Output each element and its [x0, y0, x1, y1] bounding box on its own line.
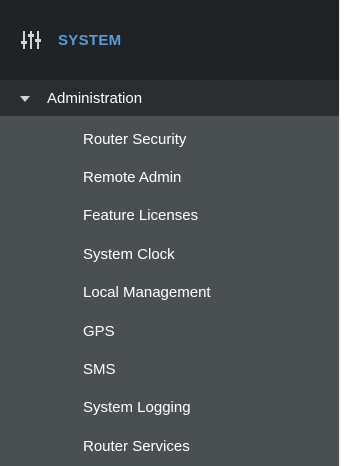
menu-item-sms[interactable]: SMS: [0, 350, 339, 388]
caret-down-icon: [20, 95, 30, 102]
menu-item-local-management[interactable]: Local Management: [0, 274, 339, 312]
administration-menu: Router Security Remote Admin Feature Lic…: [0, 116, 339, 466]
menu-item-system-logging[interactable]: System Logging: [0, 389, 339, 427]
menu-item-gps[interactable]: GPS: [0, 312, 339, 350]
menu-item-remote-admin[interactable]: Remote Admin: [0, 158, 339, 196]
menu-item-router-security[interactable]: Router Security: [0, 120, 339, 158]
system-header[interactable]: SYSTEM: [0, 0, 339, 80]
section-title: SYSTEM: [58, 31, 122, 49]
menu-item-system-clock[interactable]: System Clock: [0, 235, 339, 273]
sliders-icon: [20, 29, 46, 51]
administration-toggle[interactable]: Administration: [0, 80, 339, 116]
sidebar-nav: SYSTEM Administration Router Security Re…: [0, 0, 340, 466]
menu-item-feature-licenses[interactable]: Feature Licenses: [0, 197, 339, 235]
menu-item-router-services[interactable]: Router Services: [0, 427, 339, 465]
administration-label: Administration: [47, 89, 143, 107]
